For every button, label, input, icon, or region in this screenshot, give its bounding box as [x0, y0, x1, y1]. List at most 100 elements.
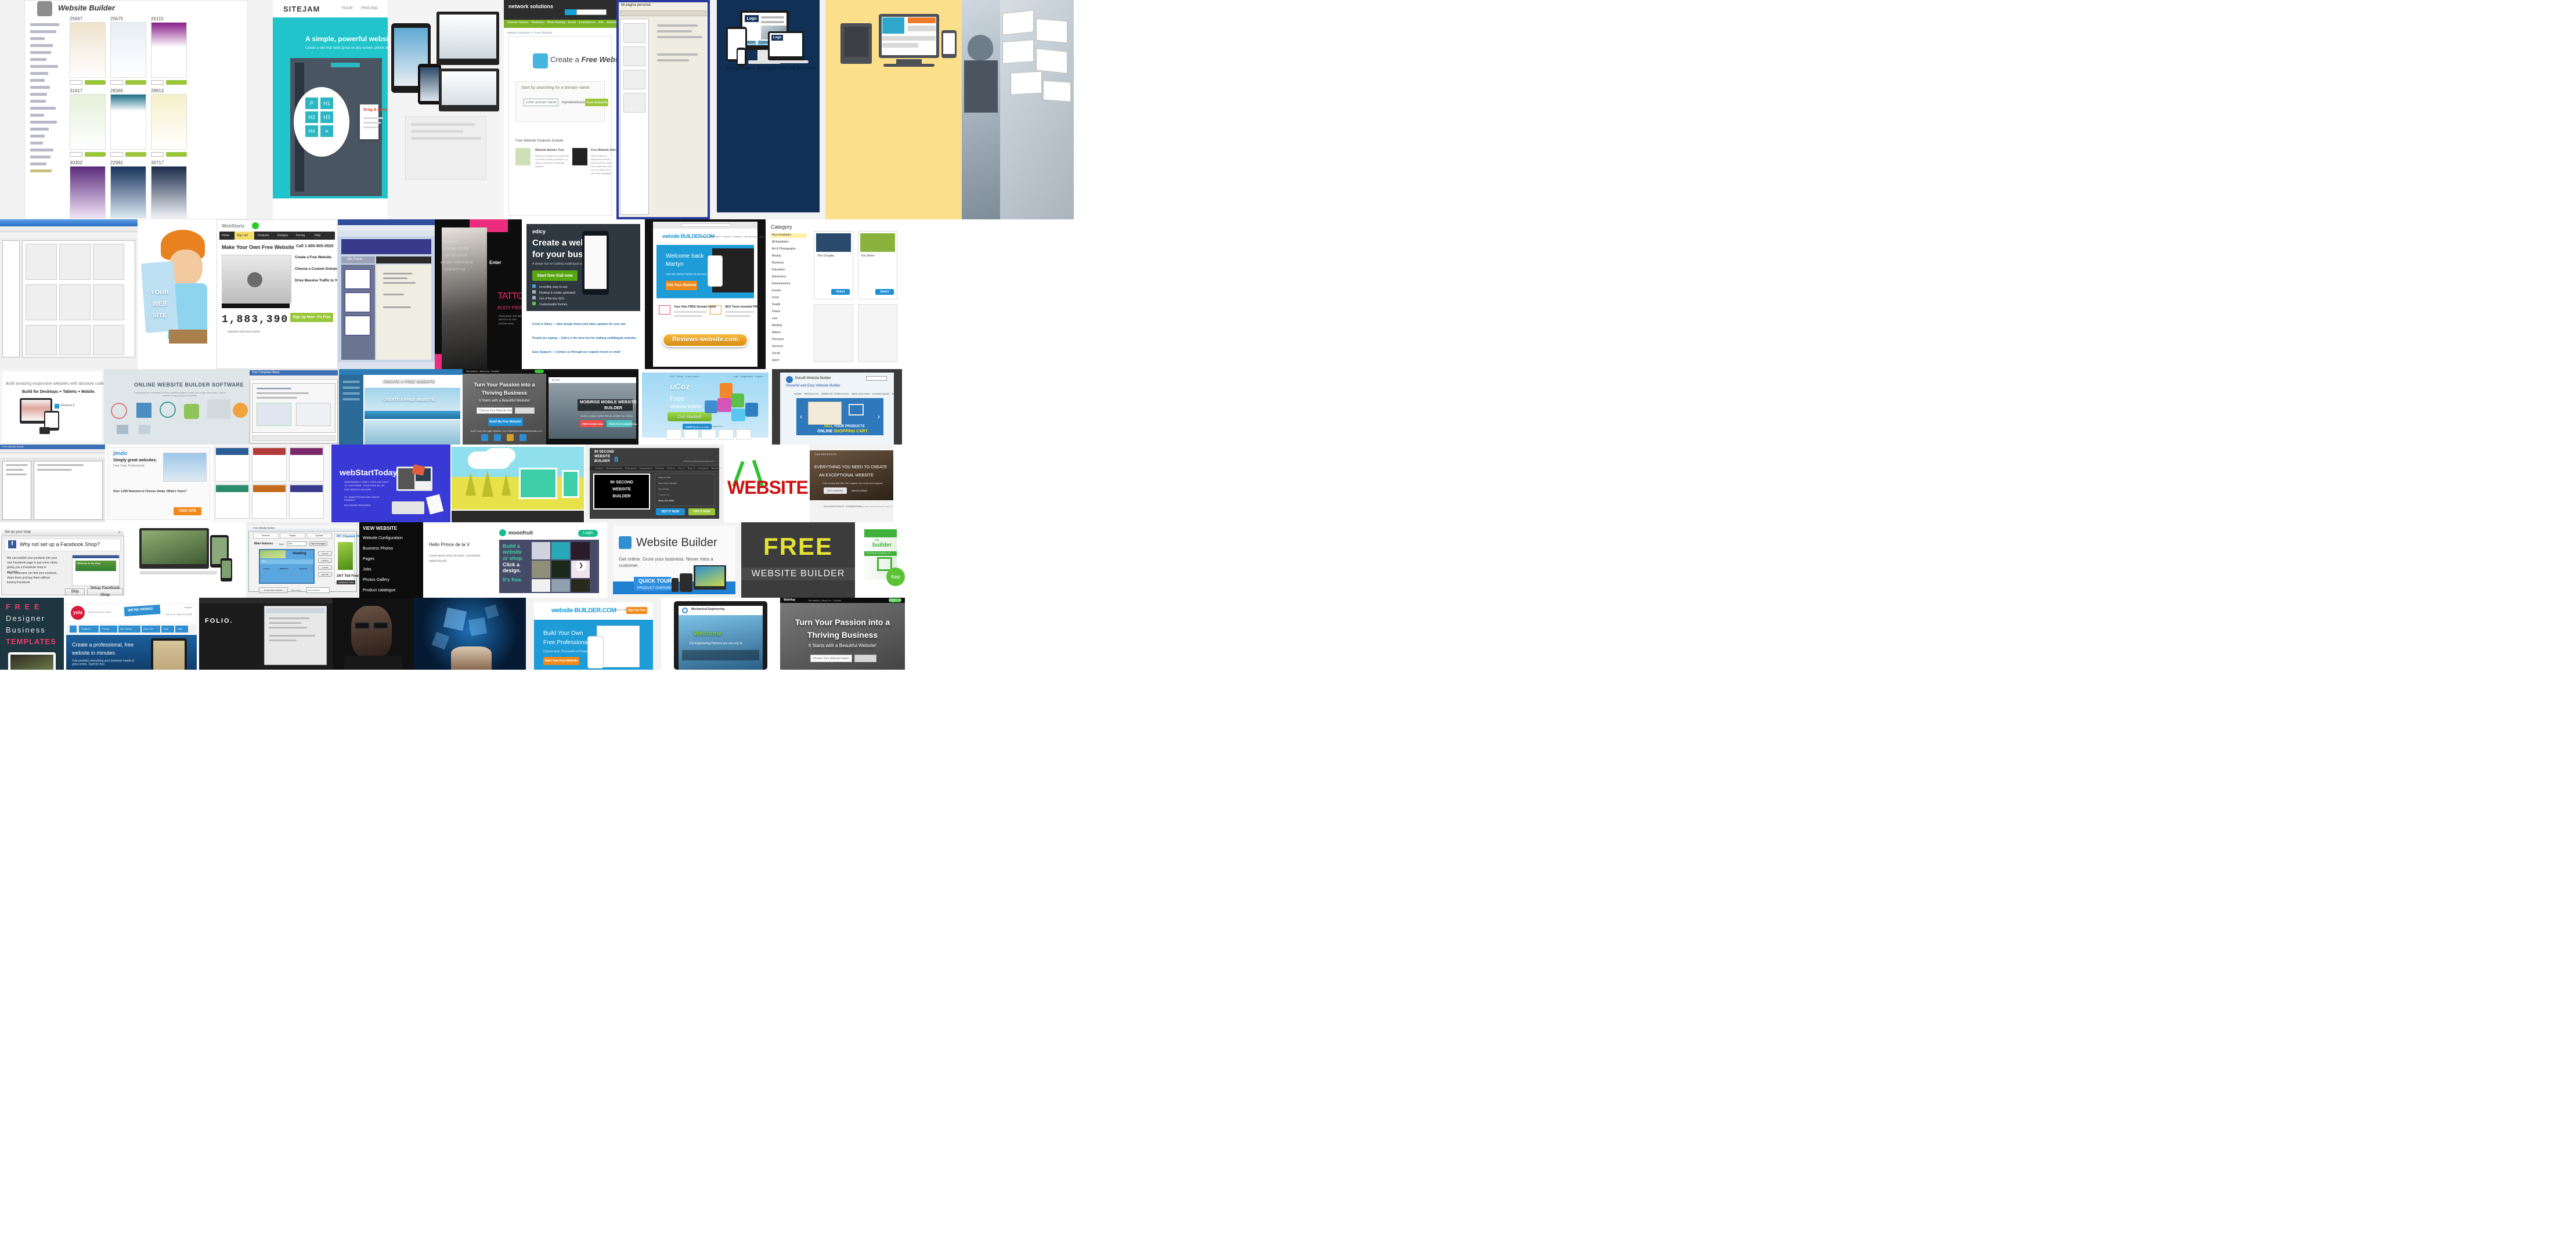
cat-16[interactable]: Services — [772, 345, 783, 348]
result-thumbnail[interactable]: Get started · About Us · Contact Turn Yo… — [463, 369, 546, 445]
website-name-input[interactable] — [810, 655, 852, 662]
skip-button[interactable]: Skip — [65, 588, 85, 595]
cat-10[interactable]: Health — [772, 303, 780, 306]
result-thumbnail[interactable]: Category Best templates All templates Ar… — [766, 219, 900, 369]
result-thumbnail[interactable]: Logo Option 1 Option 2 Option 3 Logo Res… — [710, 0, 825, 219]
result-thumbnail[interactable]: network solutions Domain Names · Website… — [504, 0, 616, 219]
result-thumbnail[interactable] — [333, 598, 414, 670]
result-thumbnail[interactable]: Website Builder Get online. Grow your bu… — [607, 522, 741, 598]
tile-h3[interactable]: H3 — [320, 111, 333, 123]
result-thumbnail[interactable]: Website Builder 25667 25675 26115 31417 — [0, 0, 273, 219]
tile-p[interactable]: P — [305, 97, 318, 109]
result-thumbnail[interactable]: EVENTS ONLINE STORE TATTOO SHOP ARTIST P… — [435, 219, 522, 369]
cat-9[interactable]: Food — [772, 296, 778, 299]
result-thumbnail[interactable]: ONLINE WEBSITE BUILDER SOFTWARE Comparin… — [104, 369, 248, 445]
enter-link[interactable]: Enter — [489, 260, 501, 265]
result-thumbnail[interactable]: Your Company Name — [248, 369, 339, 445]
nav-list[interactable]: Tour | Cart — [615, 608, 626, 611]
result-thumbnail[interactable] — [388, 0, 504, 219]
result-thumbnail[interactable]: webStartToday SURPRISINGLY SWIFT, FREE A… — [331, 445, 450, 522]
nav-home[interactable]: Home — [222, 234, 229, 237]
setup-facebook-shop-button[interactable]: Setup Facebook Shop — [87, 586, 123, 597]
nav-0[interactable]: Features — [81, 627, 91, 630]
result-thumbnail[interactable]: site builder ME Webhost International, I… — [855, 522, 911, 598]
result-thumbnail[interactable]: Free Website Builder Website Pages Uploa… — [246, 522, 359, 598]
nav-1[interactable]: ONLINE STORE — [444, 247, 469, 251]
cat-14[interactable]: Nature — [772, 331, 781, 334]
tile-h1[interactable]: H1 — [320, 97, 333, 109]
result-thumbnail[interactable]: edicy Create a website for your business… — [522, 219, 645, 369]
result-thumbnail[interactable]: SITEJAM TOUR PRICING A simple, powerful … — [273, 0, 388, 219]
result-thumbnail[interactable]: YOUR WEB SITE — [138, 219, 217, 369]
result-thumbnail[interactable] — [0, 219, 138, 369]
domain-input[interactable] — [524, 99, 558, 106]
signin-button[interactable] — [535, 370, 544, 373]
cat-17[interactable]: Social — [772, 352, 780, 355]
watch-demo-button[interactable]: WATCH DEMO — [852, 489, 867, 492]
result-thumbnail[interactable]: FREE WEBSITE BUILDER — [741, 522, 855, 598]
website-name-input[interactable] — [477, 407, 513, 414]
result-thumbnail[interactable]: jimdo Simply great websites. Free. Fast.… — [105, 445, 212, 522]
login-button[interactable]: Login — [578, 530, 598, 537]
cat-6[interactable]: Electronics — [772, 275, 786, 279]
category-sidebar[interactable] — [30, 23, 63, 176]
cat-0[interactable]: Best templates — [772, 233, 791, 237]
nav-0[interactable]: EVENTS — [444, 240, 457, 244]
nav-help[interactable]: Help — [315, 234, 320, 237]
get-started-button[interactable]: Get started! — [668, 414, 712, 420]
signup-button[interactable]: Sign Up Now - It's Free — [290, 313, 333, 322]
accordion-1[interactable]: See How It Works — [658, 482, 677, 485]
open-using-value[interactable]: Internet Explorer — [308, 589, 320, 591]
breadcrumb[interactable]: network solutions >> Free Website — [507, 31, 552, 35]
result-thumbnail[interactable]: Mis Fotos — [338, 219, 435, 369]
cat-1[interactable]: All templates — [772, 240, 789, 244]
visit-site-button[interactable]: VISIT SITE — [174, 507, 201, 515]
result-thumbnail[interactable]: website BUILDER.COM Tour | Cart Sign Up … — [526, 598, 661, 670]
result-thumbnail[interactable]: 90 SECOND WEBSITE BUILDER 8 90SecondWebs… — [585, 445, 724, 522]
tab-website[interactable]: Website — [253, 533, 279, 539]
cta-1[interactable]: FREE DOWNLOAD — [582, 422, 603, 425]
next-arrow-icon[interactable]: ❯ — [576, 561, 586, 571]
nav-4[interactable]: CONTACT US — [444, 268, 466, 272]
result-thumbnail[interactable]: website BUILDER.COM Home · Get Started ·… — [645, 219, 766, 369]
result-thumbnail[interactable]: F R E E Designer Business TEMPLATES — [0, 598, 64, 670]
nav-4[interactable]: Blog — [164, 627, 168, 630]
cat-11[interactable]: Hotels — [772, 310, 780, 313]
build-website-button[interactable]: Build My Free Website! — [488, 418, 523, 426]
language-selector[interactable]: English — [185, 606, 192, 609]
result-thumbnail[interactable]: FAQ · Forum · Control panel Login · Regi… — [638, 369, 772, 445]
close-icon[interactable]: × — [118, 530, 121, 535]
result-thumbnail[interactable] — [135, 522, 246, 598]
cat-3[interactable]: Beauty — [772, 254, 781, 258]
nav-5[interactable]: Help — [178, 627, 182, 630]
buy-now-button[interactable]: BUY IT NOW — [656, 508, 685, 515]
side-button-left-bar[interactable]: Left Bar — [318, 565, 332, 570]
result-thumbnail[interactable] — [825, 0, 962, 219]
cta-2[interactable]: FREE FOR COMMERCIAL — [609, 422, 637, 425]
result-thumbnail[interactable]: FOLIO. — [199, 598, 333, 670]
nav-signup[interactable]: Sign Up! — [237, 234, 248, 237]
tile-list[interactable]: ≡ — [320, 125, 333, 137]
news-2[interactable]: Easy Support — Contact us through our su… — [532, 351, 620, 354]
check-availability-button[interactable]: Check Availability — [585, 99, 608, 106]
result-thumbnail[interactable] — [450, 445, 585, 522]
menu-item-1[interactable]: Business Photos — [363, 547, 393, 551]
result-thumbnail[interactable] — [414, 598, 526, 670]
cta-line2[interactable]: PRODUCT OVERVIEW — [637, 587, 674, 590]
menu-item-5[interactable]: Product catalogue — [363, 588, 395, 593]
cat-2[interactable]: Art & Photography — [772, 247, 796, 251]
news-1[interactable]: People are saying — Edicy is the best to… — [532, 337, 636, 340]
nav-1[interactable]: Pricing — [102, 627, 109, 630]
nav-list[interactable]: HOME · PRODUCTS · WEBSITE TEMPLATES · WE… — [794, 392, 902, 395]
tile-h4[interactable]: H4 — [305, 125, 318, 137]
prev-arrow-icon[interactable]: ‹ — [800, 412, 802, 421]
result-thumbnail[interactable]: Evisoft Website Builder Powerful and Eas… — [772, 369, 902, 445]
result-thumbnail[interactable]: WEBSITE — [724, 445, 810, 522]
nav-list[interactable]: Get started · About Us · Contact — [466, 370, 499, 373]
tab-label[interactable]: Mis Fotos — [347, 258, 362, 261]
menu-item-0[interactable]: Website Configuration — [363, 536, 403, 540]
tab-upload[interactable]: Upload — [306, 533, 332, 539]
result-thumbnail[interactable]: Build amazing responsive websites with a… — [0, 369, 104, 445]
result-thumbnail[interactable]: CREATE A FREE WEBSITE CREATE A FREE WEBS… — [339, 369, 463, 445]
cat-7[interactable]: Entertainment — [772, 282, 790, 286]
